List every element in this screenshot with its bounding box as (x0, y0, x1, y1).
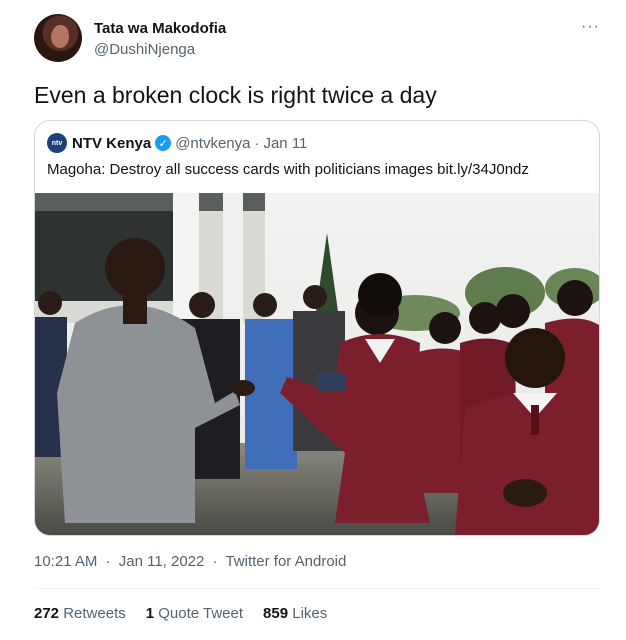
likes-stat[interactable]: 859 Likes (263, 605, 327, 622)
quote-tweet-label: Quote Tweet (158, 605, 244, 622)
tweet-metadata: 10:21 AM · Jan 11, 2022 · Twitter for An… (34, 553, 346, 570)
like-label: Likes (292, 605, 328, 622)
tweet-text: Even a broken clock is right twice a day (34, 82, 437, 108)
quoted-tweet-text: Magoha: Destroy all success cards with p… (47, 161, 529, 178)
like-count: 859 (263, 605, 293, 622)
ntv-logo-icon: ntv (47, 133, 67, 153)
tweet-header: Tata wa Makodofia @DushiNjenga ··· (34, 14, 600, 66)
quote-tweets-stat[interactable]: 1 Quote Tweet (146, 605, 243, 622)
more-options-icon[interactable]: ··· (581, 18, 600, 36)
quoted-tweet-header: ntv NTV Kenya ✓ @ntvkenya · Jan 11 (47, 133, 307, 153)
quoted-author-handle: @ntvkenya (175, 134, 251, 152)
retweet-label: Retweets (63, 605, 126, 622)
author-display-name[interactable]: Tata wa Makodofia (94, 20, 226, 37)
quoted-tweet[interactable]: ntv NTV Kenya ✓ @ntvkenya · Jan 11 Magoh… (34, 120, 600, 536)
tweet-source[interactable]: Twitter for Android (225, 553, 346, 570)
separator: · (105, 553, 111, 570)
tweet-date[interactable]: Jan 11, 2022 (119, 553, 205, 570)
author-handle[interactable]: @DushiNjenga (94, 41, 195, 58)
quote-tweet-count: 1 (145, 605, 159, 622)
quoted-tweet-photo[interactable] (35, 193, 599, 535)
quoted-tweet-date: Jan 11 (263, 134, 308, 152)
divider (34, 588, 600, 589)
tweet: Tata wa Makodofia @DushiNjenga ··· Even … (0, 0, 626, 640)
separator: · (212, 553, 218, 570)
engagement-stats: 272 Retweets 1 Quote Tweet 859 Likes (34, 605, 347, 622)
avatar[interactable] (34, 14, 82, 62)
retweet-count: 272 (34, 605, 64, 622)
quoted-author-name: NTV Kenya (72, 134, 152, 152)
tweet-time[interactable]: 10:21 AM (34, 553, 97, 570)
retweets-stat[interactable]: 272 Retweets (34, 605, 126, 622)
separator: · (254, 134, 260, 152)
verified-badge-icon: ✓ (155, 135, 172, 151)
